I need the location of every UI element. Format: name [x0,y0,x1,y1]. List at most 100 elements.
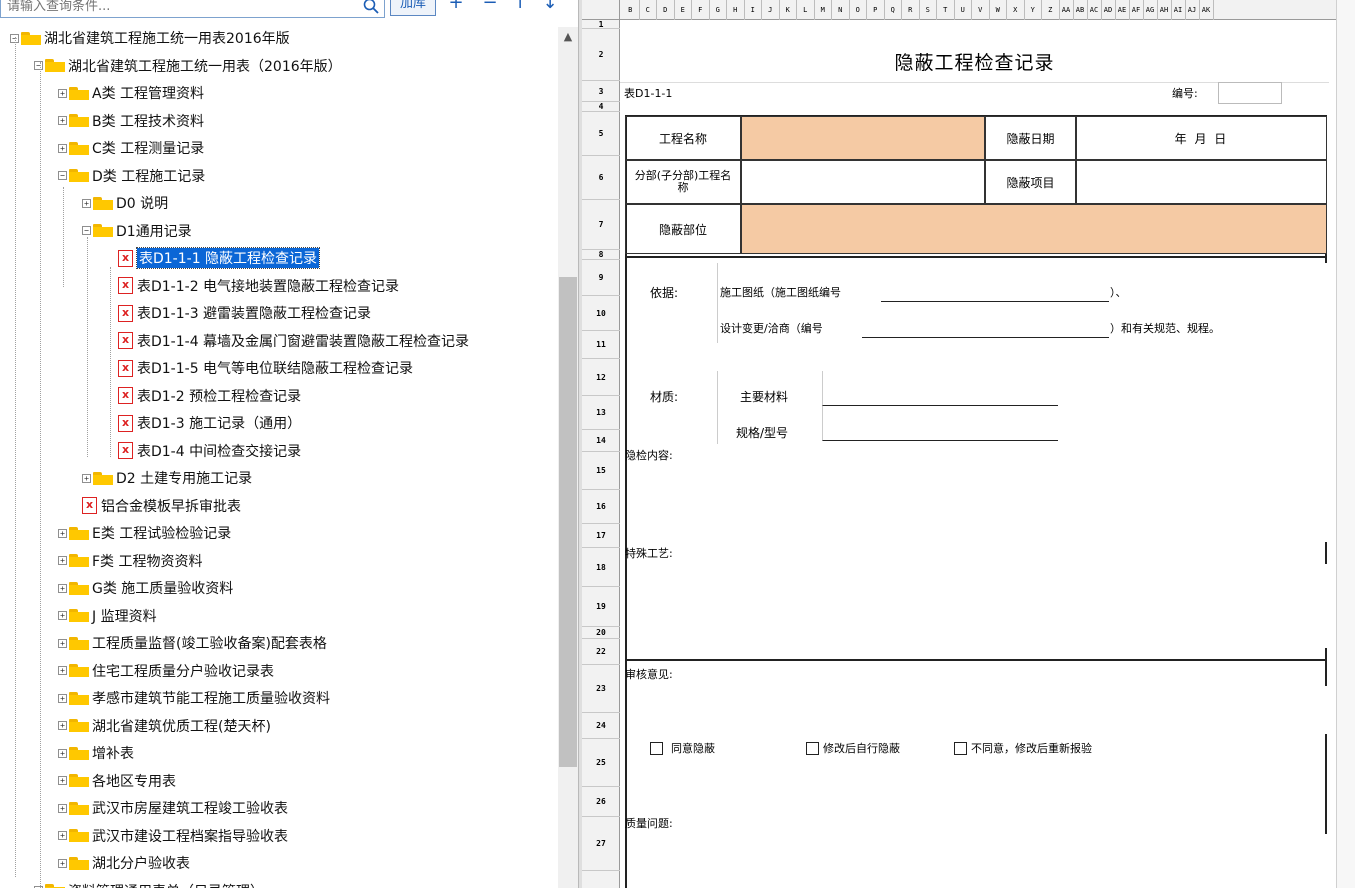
expand-icon[interactable]: + [58,611,67,620]
expand-icon[interactable]: + [58,583,67,593]
expand-icon[interactable]: + [58,143,67,153]
scrollbar-thumb[interactable] [559,277,577,767]
tree-item-folder[interactable]: + E类 工程试验检验记录 [58,522,231,544]
expand-icon[interactable]: + [58,556,67,565]
column-header-cell[interactable]: W [990,0,1007,20]
column-header-cell[interactable]: AC [1088,0,1102,20]
tree-item-folder[interactable]: + B类 工程技术资料 [58,110,204,132]
tree-item-folder[interactable]: + G类 施工质量验收资料 [58,577,233,599]
select-all-corner[interactable] [582,0,620,20]
column-header-cell[interactable]: H [727,0,745,20]
expand-icon[interactable]: + [58,693,67,703]
tree-item-folder[interactable]: − D类 工程施工记录 [58,165,205,187]
tree-item-folder[interactable]: + 各地区专用表 [58,770,176,792]
column-header-cell[interactable]: R [902,0,920,20]
scroll-up-icon[interactable]: ▲ [558,27,578,47]
tree-item-folder[interactable]: + 增补表 [58,742,134,764]
tree-item-folder[interactable]: + D2 土建专用施工记录 [82,467,252,489]
row-header-cell[interactable]: 19 [582,587,620,627]
row-header-cell[interactable]: 18 [582,548,620,587]
add-library-button[interactable]: 加库 [390,0,436,16]
hidden-date-field[interactable]: 年 月 日 [1076,116,1327,160]
remove-icon[interactable]: − [480,0,500,14]
row-header-cell[interactable]: 27 [582,817,620,871]
sheet-scrollbar[interactable] [1336,0,1355,888]
column-header-cell[interactable]: Z [1042,0,1060,20]
tree-item-file[interactable]: x 表D1-1-4 幕墙及金属门窗避雷装置隐蔽工程检查记录 [118,330,469,352]
expand-icon[interactable]: + [58,116,67,125]
expand-icon[interactable]: + [58,776,67,785]
row-header-cell[interactable]: 26 [582,787,620,817]
modify-checkbox[interactable] [806,741,819,755]
add-icon[interactable]: + [446,0,466,14]
column-header-cell[interactable]: P [867,0,885,20]
expand-icon[interactable]: + [58,831,67,840]
column-header-cell[interactable]: AA [1060,0,1074,20]
column-header-cell[interactable]: K [780,0,797,20]
subproject-field[interactable] [741,160,985,204]
tree-item-folder[interactable]: +资料管理通用表单（目录管理） [34,880,264,888]
move-down-icon[interactable]: ↓ [540,0,560,14]
tree-item-folder[interactable]: + 武汉市建设工程档案指导验收表 [58,825,288,847]
column-header-cell[interactable]: S [920,0,937,20]
expand-icon[interactable]: + [58,666,67,675]
row-header-cell[interactable]: 20 [582,627,620,639]
drawing-number-field[interactable] [881,266,1109,302]
row-header-cell[interactable]: 8 [582,250,620,260]
tree-item-file[interactable]: x 铝合金模板早拆审批表 [82,495,241,517]
column-header-cell[interactable]: V [972,0,990,20]
column-header-cell[interactable]: O [850,0,867,20]
tree-item-folder[interactable]: + D0 说明 [82,192,168,214]
column-header-cell[interactable]: AB [1074,0,1088,20]
column-header-cell[interactable]: AG [1144,0,1158,20]
tree-item-folder[interactable]: − 湖北省建筑工程施工统一用表（2016年版） [34,55,342,77]
tree-item-file[interactable]: x 表D1-2 预检工程检查记录 [118,385,301,407]
collapse-icon[interactable]: − [82,226,91,235]
column-header-cell[interactable]: B [622,0,640,20]
tree-scrollbar[interactable]: ▲ [558,27,578,888]
row-header-cell[interactable]: 11 [582,331,620,359]
column-header-cell[interactable]: X [1007,0,1025,20]
column-header-cell[interactable]: D [657,0,675,20]
column-header-cell[interactable]: AF [1130,0,1144,20]
row-header-cell[interactable]: 17 [582,524,620,548]
tree-item-folder[interactable]: + J 监理资料 [58,605,157,627]
column-header-cell[interactable]: AJ [1186,0,1200,20]
expand-icon[interactable]: + [58,638,67,648]
project-name-field[interactable] [741,116,985,160]
expand-icon[interactable]: + [58,803,67,813]
content-field[interactable] [627,466,1327,542]
expand-icon[interactable]: + [58,721,67,730]
tree-item-folder[interactable]: + A类 工程管理资料 [58,82,204,104]
row-header-cell[interactable]: 14 [582,430,620,452]
spec-field[interactable] [822,406,1058,441]
main-material-field[interactable] [822,371,1058,406]
column-header-cell[interactable]: AD [1102,0,1116,20]
expand-icon[interactable]: + [58,858,67,868]
column-header-cell[interactable]: AK [1200,0,1214,20]
column-header-cell[interactable]: L [797,0,815,20]
tree-item-folder[interactable]: + C类 工程测量记录 [58,137,204,159]
row-header-cell[interactable]: 4 [582,102,620,112]
column-header-cell[interactable]: F [692,0,710,20]
search-input[interactable] [0,0,385,18]
row-header-cell[interactable]: 10 [582,296,620,331]
expand-icon[interactable]: + [58,748,67,758]
row-header-cell[interactable]: 7 [582,200,620,250]
expand-icon[interactable]: + [82,473,91,483]
column-header-cell[interactable]: U [955,0,972,20]
column-header-cell[interactable]: Q [885,0,902,20]
column-header-cell[interactable]: J [762,0,780,20]
expand-icon[interactable]: + [58,528,67,538]
tree-item-file[interactable]: x 表D1-1-1 隐蔽工程检查记录 [118,247,321,269]
option-reject[interactable]: 不同意，修改后重新报验 [954,737,1092,759]
hidden-location-field[interactable] [741,204,1327,254]
tree-item-file[interactable]: x 表D1-1-2 电气接地装置隐蔽工程检查记录 [118,275,399,297]
option-agree[interactable]: 同意隐蔽 [650,737,715,759]
column-header-cell[interactable]: T [937,0,955,20]
change-number-field[interactable] [862,302,1109,338]
row-header-cell[interactable]: 16 [582,490,620,524]
tree-item-file[interactable]: x 表D1-1-3 避雷装置隐蔽工程检查记录 [118,302,371,324]
tree-item-folder[interactable]: + F类 工程物资资料 [58,550,203,572]
row-header-cell[interactable]: 23 [582,665,620,713]
